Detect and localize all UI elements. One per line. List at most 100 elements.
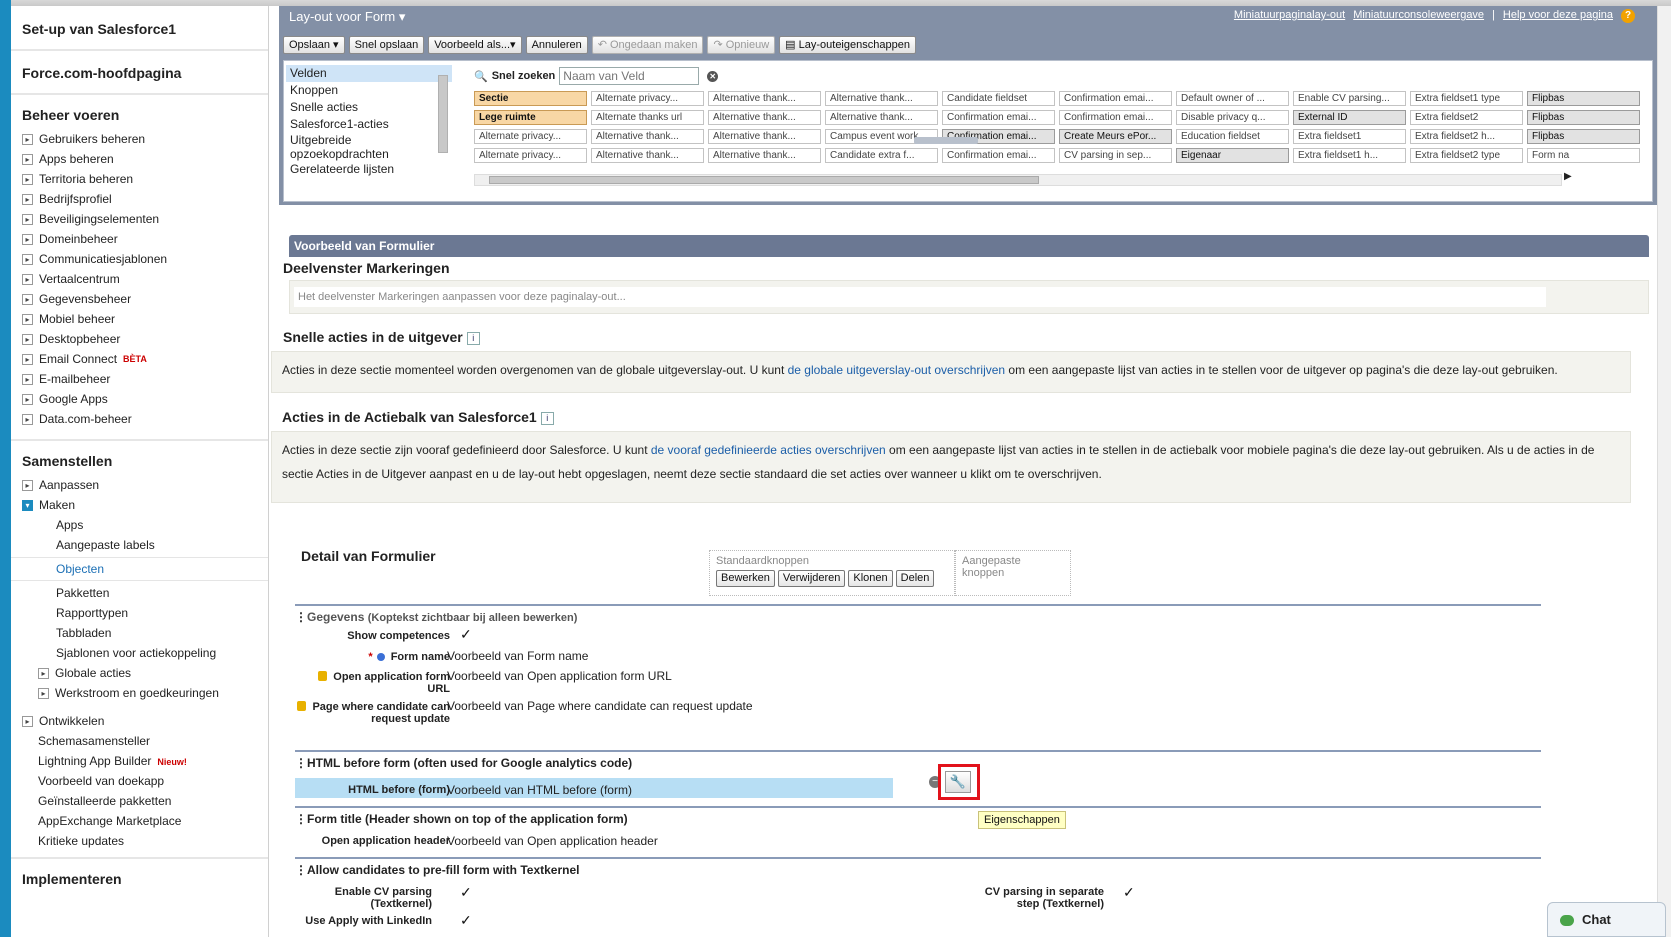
palette-field-item[interactable]: Confirmation emai... (1059, 91, 1172, 106)
standard-button[interactable]: Bewerken (716, 570, 775, 587)
sidebar-item[interactable]: ▸ Vertaalcentrum (11, 269, 268, 289)
palette-field-item[interactable]: Alternative thank... (708, 148, 821, 163)
palette-field-item[interactable]: Sectie (474, 91, 587, 106)
sidebar-item-workflow[interactable]: ▸ Werkstroom en goedkeuringen (11, 683, 268, 703)
sidebar-dev-item[interactable]: Lightning App Builder Nieuw! (11, 751, 268, 771)
layout-title[interactable]: Lay-out voor Form ▾ (289, 9, 405, 25)
drag-handle-icon[interactable]: ⋮ (295, 756, 307, 770)
palette-field-item[interactable]: Alternative thank... (591, 129, 704, 144)
sidebar-item[interactable]: ▸ Desktopbeheer (11, 329, 268, 349)
page-scrollbar[interactable] (1657, 6, 1671, 937)
palette-field-item[interactable]: Alternate privacy... (474, 148, 587, 163)
scrollbar-thumb[interactable] (489, 176, 1039, 184)
sidebar-subitem[interactable]: Apps (11, 515, 268, 535)
sidebar-subitem[interactable]: Objecten (11, 557, 268, 581)
expand-icon[interactable]: ▸ (22, 173, 33, 185)
sidebar-dev-item[interactable]: Kritieke updates (11, 831, 268, 851)
palette-field-item[interactable]: Alternate privacy... (474, 129, 587, 144)
scroll-right-icon[interactable]: ▶ (1564, 171, 1572, 182)
expand-icon[interactable]: ▸ (38, 687, 49, 699)
sidebar-subitem[interactable]: Tabbladen (11, 623, 268, 643)
expand-icon[interactable]: ▸ (22, 193, 33, 205)
sidebar-item[interactable]: ▸ Email Connect BÈTA (11, 349, 268, 369)
sidebar-item[interactable]: ▸ Gebruikers beheren (11, 129, 268, 149)
palette-field-item[interactable]: CV parsing in sep... (1059, 148, 1172, 163)
help-link[interactable]: Help voor deze pagina (1503, 9, 1613, 23)
sidebar-item[interactable]: ▸ Domeinbeheer (11, 229, 268, 249)
expand-icon[interactable]: ▸ (22, 213, 33, 225)
sidebar-item[interactable]: ▸ Gegevensbeheer (11, 289, 268, 309)
palette-field-item[interactable]: Candidate extra f... (825, 148, 938, 163)
field-label-cv-separate[interactable]: CV parsing in separate step (Textkernel) (979, 886, 1104, 910)
palette-category[interactable]: Knoppen (286, 82, 452, 99)
standard-button[interactable]: Verwijderen (777, 570, 846, 587)
palette-category[interactable]: Snelle acties (286, 99, 452, 116)
sidebar-dev-item[interactable]: AppExchange Marketplace (11, 811, 268, 831)
palette-field-item[interactable]: External ID (1293, 110, 1406, 125)
palette-field-item[interactable]: Alternative thank... (591, 148, 704, 163)
field-label-open-app[interactable]: Open application form URL (297, 671, 450, 695)
sidebar-item[interactable]: ▸ Beveiligingselementen (11, 209, 268, 229)
standard-button[interactable]: Klonen (848, 570, 893, 587)
sidebar-subitem[interactable]: Sjablonen voor actiekoppeling (11, 643, 268, 663)
expand-icon[interactable]: ▸ (22, 393, 33, 405)
expand-icon[interactable]: ▸ (22, 373, 33, 385)
save-button[interactable]: Opslaan ▾ (283, 36, 345, 54)
palette-field-item[interactable]: Enable CV parsing... (1293, 91, 1406, 106)
field-grid-scrollbar[interactable] (474, 174, 1562, 186)
sidebar-item[interactable]: ▸ Apps beheren (11, 149, 268, 169)
palette-field-item[interactable]: Alternative thank... (708, 129, 821, 144)
expand-icon[interactable]: ▸ (22, 253, 33, 265)
field-label-open-header[interactable]: Open application header (297, 835, 450, 847)
palette-field-item[interactable]: Extra fieldset1 h... (1293, 148, 1406, 163)
collapse-icon[interactable]: ▾ (22, 499, 33, 511)
sidebar-item-customize[interactable]: ▸ Aanpassen (11, 475, 268, 495)
drag-handle-icon[interactable]: ⋮ (295, 863, 307, 877)
sidebar-item[interactable]: ▸ Communicatiesjablonen (11, 249, 268, 269)
palette-resize-grip[interactable] (914, 137, 978, 144)
palette-field-item[interactable]: Extra fieldset1 type (1410, 91, 1523, 106)
palette-category[interactable]: Salesforce1-acties (286, 116, 452, 133)
clear-search-icon[interactable]: ✕ (707, 70, 719, 82)
sidebar-setup-s1[interactable]: Set-up van Salesforce1 (11, 21, 268, 37)
field-label-page-where[interactable]: Page where candidate can request update (297, 701, 450, 725)
sidebar-dev-item[interactable]: Geïnstalleerde pakketten (11, 791, 268, 811)
standard-button[interactable]: Delen (895, 570, 935, 587)
override-actions-link[interactable]: de vooraf gedefinieerde acties overschri… (651, 443, 886, 457)
palette-field-item[interactable]: Education fieldset (1176, 129, 1289, 144)
section-html-header[interactable]: ⋮HTML before form (often used for Google… (295, 750, 1541, 770)
sidebar-item-global-actions[interactable]: ▸ Globale acties (11, 663, 268, 683)
highlights-placeholder[interactable]: Het deelvenster Markeringen aanpassen vo… (294, 287, 1546, 307)
expand-icon[interactable]: ▸ (22, 479, 33, 491)
palette-category[interactable]: Uitgebreide opzoekopdrachten (286, 133, 452, 161)
field-label-enable-cv[interactable]: Enable CV parsing (Textkernel) (297, 886, 432, 910)
drag-handle-icon[interactable]: ⋮ (295, 610, 307, 624)
section-form-title-header[interactable]: ⋮Form title (Header shown on top of the … (295, 806, 1541, 826)
palette-field-item[interactable]: Extra fieldset2 h... (1410, 129, 1523, 144)
palette-category[interactable]: Gerelateerde lijsten (286, 161, 452, 178)
sidebar-subitem[interactable]: Rapporttypen (11, 603, 268, 623)
palette-field-item[interactable]: Confirmation emai... (942, 110, 1055, 125)
palette-field-item[interactable]: Confirmation emai... (942, 148, 1055, 163)
scrollbar-thumb[interactable] (438, 75, 448, 153)
cancel-button[interactable]: Annuleren (525, 36, 588, 54)
sidebar-deploy-title[interactable]: Implementeren (11, 871, 268, 887)
sidebar-item-develop[interactable]: ▸ Ontwikkelen (11, 711, 268, 731)
field-label-show-competences[interactable]: Show competences (297, 630, 450, 642)
field-label-html-before[interactable]: HTML before (form) (297, 784, 450, 796)
expand-icon[interactable]: ▸ (22, 333, 33, 345)
sidebar-item[interactable]: ▸ Mobiel beheer (11, 309, 268, 329)
preview-as-button[interactable]: Voorbeeld als...▾ (428, 36, 522, 54)
palette-category[interactable]: Velden (286, 65, 452, 82)
palette-field-item[interactable]: Alternative thank... (825, 91, 938, 106)
palette-field-item[interactable]: Alternative thank... (825, 110, 938, 125)
palette-field-item[interactable]: Eigenaar (1176, 148, 1289, 163)
sidebar-subitem[interactable]: Pakketten (11, 583, 268, 603)
sidebar-force-home[interactable]: Force.com-hoofdpagina (11, 65, 268, 81)
palette-field-item[interactable]: Extra fieldset2 (1410, 110, 1523, 125)
layout-properties-button[interactable]: ▤ Lay-outeigenschappen (779, 36, 916, 54)
palette-field-item[interactable]: Flipbas (1527, 110, 1640, 125)
expand-icon[interactable]: ▸ (22, 313, 33, 325)
undo-button[interactable]: ↶ Ongedaan maken (591, 36, 704, 54)
expand-icon[interactable]: ▸ (22, 715, 33, 727)
